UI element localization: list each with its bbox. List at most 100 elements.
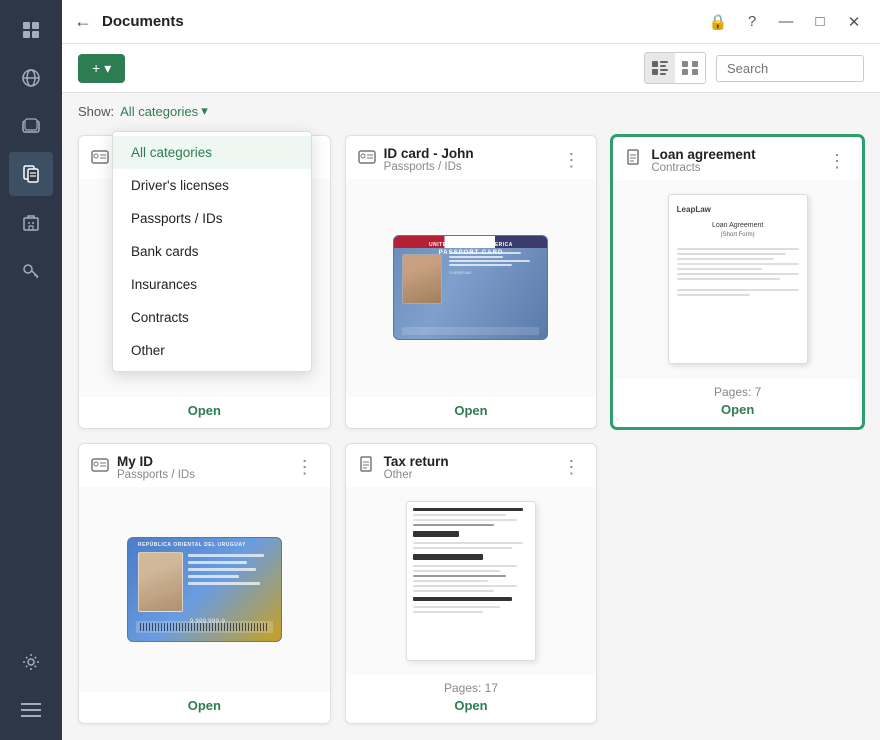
loan-line [677,268,762,270]
loan-sub: (Short Form) [677,232,799,238]
myid-country: REPÚBLICA ORIENTAL DEL URUGUAY [138,542,246,548]
doc-type-icon [358,456,376,479]
loan-line [677,273,799,275]
doc-category: Other [384,469,551,481]
doc-open-button[interactable]: Open [188,698,221,713]
doc-footer: Open [79,397,330,428]
doc-name: ID card - John [384,146,551,161]
sidebar-item-globe[interactable] [9,56,53,100]
doc-preview: REPÚBLICA ORIENTAL DEL URUGUAY 9.999.999… [79,487,330,693]
sidebar-item-building[interactable] [9,200,53,244]
doc-open-button[interactable]: Open [721,402,754,417]
doc-open-button[interactable]: Open [454,698,487,713]
category-dropdown-menu: All categories Driver's licenses Passpor… [112,131,312,372]
filter-chevron-icon: ▾ [201,103,208,119]
doc-category: Contracts [651,162,816,174]
doc-type-icon [625,149,643,172]
sidebar [0,0,62,740]
id-photo [402,254,442,304]
sidebar-item-docs[interactable] [9,152,53,196]
doc-info: Tax return Other [384,454,551,481]
doc-preview: LeapLaw Loan Agreement (Short Form) [613,180,862,379]
add-button[interactable]: + ▾ [78,54,125,83]
main-content: ← Documents 🔒 ? — □ ✕ + ▾ [62,0,880,740]
sidebar-item-menu[interactable] [9,688,53,732]
dropdown-item-contracts[interactable]: Contracts [113,301,311,334]
id-text-line [449,260,530,262]
view-list-button[interactable] [645,53,675,83]
sidebar-item-grid[interactable] [9,8,53,52]
dropdown-item-drivers-licenses[interactable]: Driver's licenses [113,169,311,202]
maximize-button[interactable]: □ [806,8,834,36]
tax-line [413,514,506,516]
doc-menu-button[interactable]: ⋮ [824,150,850,172]
dropdown-item-other[interactable]: Other [113,334,311,367]
myid-line [188,554,265,557]
tax-line [413,611,483,613]
doc-menu-button[interactable]: ⋮ [558,456,584,478]
dropdown-item-all-categories[interactable]: All categories [113,136,311,169]
doc-category: Passports / IDs [117,469,284,481]
tax-line [413,590,494,592]
doc-menu-button[interactable]: ⋮ [558,149,584,171]
doc-menu-button[interactable]: ⋮ [292,456,318,478]
tax-line [413,575,506,577]
filter-selected-label: All categories [120,104,198,119]
add-icon: + [92,60,100,76]
myid-line [188,582,260,585]
doc-card-header: Loan agreement Contracts ⋮ [613,137,862,180]
loan-line [677,253,787,255]
doc-footer: Pages: 7 Open [613,379,862,427]
loan-line [677,278,781,280]
id-exemplar-text: EXEMPLAR [449,270,539,275]
doc-name: My ID [117,454,284,469]
sidebar-item-cards[interactable] [9,104,53,148]
doc-card-id-john: ID card - John Passports / IDs ⋮ UNITED … [345,135,598,429]
lock-button[interactable]: 🔒 [704,8,732,36]
filter-dropdown-button[interactable]: All categories ▾ [120,103,208,119]
doc-type-icon [358,148,376,171]
dropdown-item-insurances[interactable]: Insurances [113,268,311,301]
close-button[interactable]: ✕ [840,8,868,36]
id-mrz [402,327,539,335]
minimize-button[interactable]: — [772,8,800,36]
loan-logo: LeapLaw [677,205,799,214]
window-controls: 🔒 ? — □ ✕ [704,8,868,36]
back-button[interactable]: ← [74,11,92,32]
search-input[interactable] [716,55,864,82]
id-text-line [449,252,521,254]
myid-photo [138,552,183,612]
tax-line [413,580,488,582]
id-country-text: UNITED STATES OF AMERICA [394,242,547,248]
myid-line [188,575,239,578]
dropdown-item-passports-ids[interactable]: Passports / IDs [113,202,311,235]
doc-info: My ID Passports / IDs [117,454,284,481]
loan-spacer [677,289,799,299]
view-grid-button[interactable] [675,53,705,83]
doc-pages-label: Pages: 17 [444,681,498,695]
doc-type-icon [91,148,109,171]
id-text-line [449,256,503,258]
doc-type-icon [91,456,109,479]
tax-line [413,519,517,521]
id-preview-card: UNITED STATES OF AMERICA PASSPORT CARD E… [393,235,548,340]
tax-line [413,570,500,572]
doc-pages-label: Pages: 7 [714,385,761,399]
id-text-line [449,264,512,266]
dropdown-item-bank-cards[interactable]: Bank cards [113,235,311,268]
help-button[interactable]: ? [738,8,766,36]
doc-footer: Open [79,692,330,723]
loan-line [677,289,799,291]
id-text-block: EXEMPLAR [449,252,539,275]
doc-card-my-id: My ID Passports / IDs ⋮ REPÚBLICA ORIENT… [78,443,331,725]
loan-line [677,263,799,265]
sidebar-item-settings[interactable] [9,640,53,684]
doc-preview: UNITED STATES OF AMERICA PASSPORT CARD E… [346,179,597,397]
sidebar-item-key[interactable] [9,248,53,292]
myid-line [188,568,256,571]
doc-info: ID card - John Passports / IDs [384,146,551,173]
myid-number: 9.999.999-9 [190,619,225,625]
doc-open-button[interactable]: Open [188,403,221,418]
doc-open-button[interactable]: Open [454,403,487,418]
titlebar: ← Documents 🔒 ? — □ ✕ [62,0,880,44]
